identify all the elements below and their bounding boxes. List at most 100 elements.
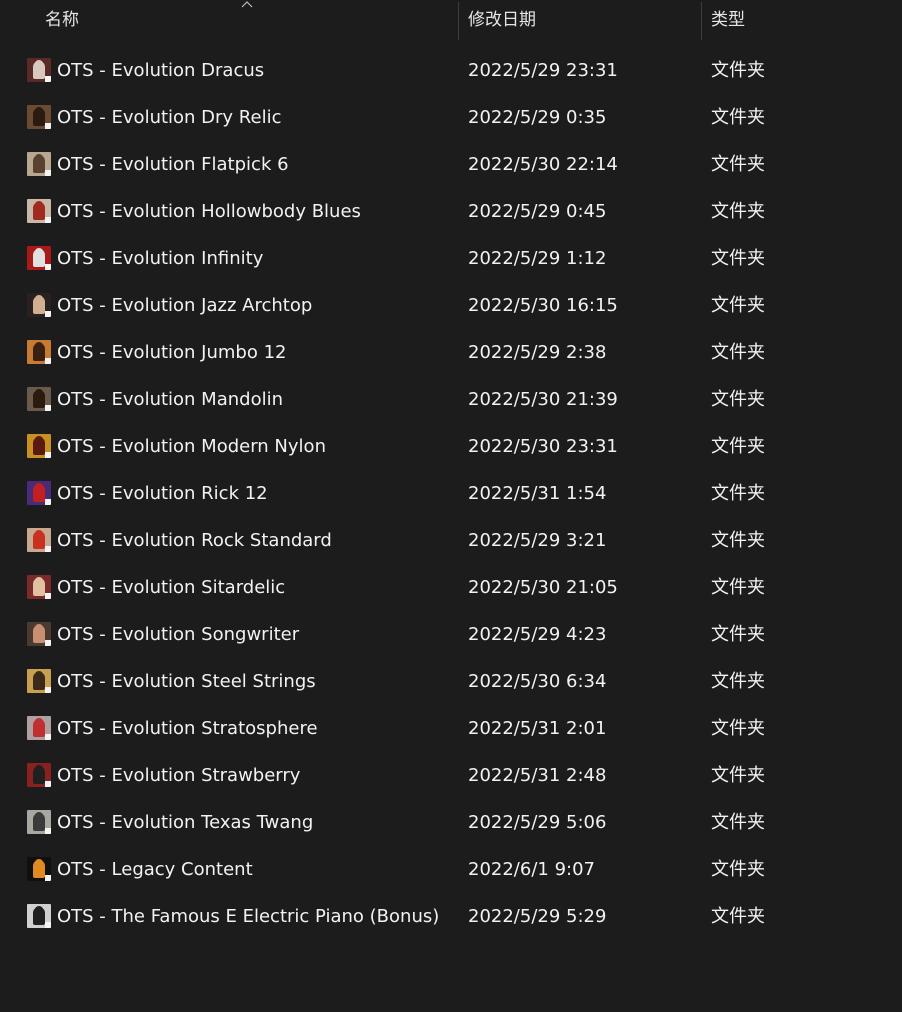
item-type: 文件夹 bbox=[711, 906, 765, 927]
item-type: 文件夹 bbox=[711, 389, 765, 410]
column-header-date-modified[interactable]: 修改日期 bbox=[468, 0, 536, 40]
item-type: 文件夹 bbox=[711, 154, 765, 175]
list-item[interactable]: OTS - Legacy Content 2022/6/1 9:07 文件夹 bbox=[0, 846, 902, 893]
item-date-modified: 2022/5/30 21:39 bbox=[468, 389, 618, 410]
file-list: OTS - Evolution Dracus 2022/5/29 23:31 文件夹… bbox=[0, 47, 902, 940]
item-date-modified: 2022/5/29 3:21 bbox=[468, 530, 607, 551]
folder-thumbnail-icon bbox=[27, 434, 51, 458]
item-name: OTS - Evolution Stratosphere bbox=[57, 718, 318, 739]
item-date-modified: 2022/5/29 5:06 bbox=[468, 812, 607, 833]
item-date-modified: 2022/5/31 1:54 bbox=[468, 483, 607, 504]
item-date-modified: 2022/5/30 16:15 bbox=[468, 295, 618, 316]
item-name: OTS - Evolution Mandolin bbox=[57, 389, 283, 410]
item-type: 文件夹 bbox=[711, 201, 765, 222]
item-type: 文件夹 bbox=[711, 859, 765, 880]
folder-thumbnail-icon bbox=[27, 904, 51, 928]
item-name: OTS - The Famous E Electric Piano (Bonus… bbox=[57, 906, 440, 927]
item-date-modified: 2022/5/29 2:38 bbox=[468, 342, 607, 363]
column-divider-handle[interactable] bbox=[458, 2, 459, 40]
folder-thumbnail-icon bbox=[27, 669, 51, 693]
column-header-name[interactable]: 名称 bbox=[45, 0, 79, 40]
column-header-bar: 名称 修改日期 类型 bbox=[0, 0, 902, 40]
item-name: OTS - Evolution Infinity bbox=[57, 248, 264, 269]
list-item[interactable]: OTS - Evolution Jumbo 12 2022/5/29 2:38 文件… bbox=[0, 329, 902, 376]
item-date-modified: 2022/5/30 21:05 bbox=[468, 577, 618, 598]
item-date-modified: 2022/5/29 0:45 bbox=[468, 201, 607, 222]
folder-thumbnail-icon bbox=[27, 293, 51, 317]
item-type: 文件夹 bbox=[711, 718, 765, 739]
item-date-modified: 2022/5/29 4:23 bbox=[468, 624, 607, 645]
folder-thumbnail-icon bbox=[27, 857, 51, 881]
column-header-type[interactable]: 类型 bbox=[711, 0, 745, 40]
list-item[interactable]: OTS - Evolution Songwriter 2022/5/29 4:23… bbox=[0, 611, 902, 658]
list-item[interactable]: OTS - Evolution Stratosphere 2022/5/31 2:… bbox=[0, 705, 902, 752]
item-name: OTS - Evolution Jumbo 12 bbox=[57, 342, 287, 363]
folder-thumbnail-icon bbox=[27, 152, 51, 176]
item-type: 文件夹 bbox=[711, 530, 765, 551]
item-name: OTS - Evolution Songwriter bbox=[57, 624, 300, 645]
folder-thumbnail-icon bbox=[27, 575, 51, 599]
item-date-modified: 2022/5/30 6:34 bbox=[468, 671, 607, 692]
item-name: OTS - Evolution Modern Nylon bbox=[57, 436, 326, 457]
folder-thumbnail-icon bbox=[27, 716, 51, 740]
list-item[interactable]: OTS - Evolution Jazz Archtop 2022/5/30 16… bbox=[0, 282, 902, 329]
item-name: OTS - Evolution Strawberry bbox=[57, 765, 301, 786]
item-name: OTS - Evolution Jazz Archtop bbox=[57, 295, 313, 316]
item-date-modified: 2022/5/30 23:31 bbox=[468, 436, 618, 457]
list-item[interactable]: OTS - Evolution Flatpick 6 2022/5/30 22:1… bbox=[0, 141, 902, 188]
item-name: OTS - Evolution Sitardelic bbox=[57, 577, 286, 598]
folder-thumbnail-icon bbox=[27, 387, 51, 411]
item-date-modified: 2022/5/29 5:29 bbox=[468, 906, 607, 927]
list-item[interactable]: OTS - Evolution Rock Standard 2022/5/29 3… bbox=[0, 517, 902, 564]
item-type: 文件夹 bbox=[711, 577, 765, 598]
list-item[interactable]: OTS - Evolution Dracus 2022/5/29 23:31 文件夹 bbox=[0, 47, 902, 94]
item-name: OTS - Evolution Dry Relic bbox=[57, 107, 282, 128]
item-name: OTS - Evolution Rock Standard bbox=[57, 530, 332, 551]
item-date-modified: 2022/5/29 1:12 bbox=[468, 248, 607, 269]
folder-thumbnail-icon bbox=[27, 763, 51, 787]
folder-thumbnail-icon bbox=[27, 199, 51, 223]
item-date-modified: 2022/5/29 0:35 bbox=[468, 107, 607, 128]
item-name: OTS - Evolution Texas Twang bbox=[57, 812, 314, 833]
list-item[interactable]: OTS - The Famous E Electric Piano (Bonus… bbox=[0, 893, 902, 940]
list-item[interactable]: OTS - Evolution Dry Relic 2022/5/29 0:35 文… bbox=[0, 94, 902, 141]
item-type: 文件夹 bbox=[711, 248, 765, 269]
item-type: 文件夹 bbox=[711, 671, 765, 692]
list-item[interactable]: OTS - Evolution Steel Strings 2022/5/30 6… bbox=[0, 658, 902, 705]
list-item[interactable]: OTS - Evolution Rick 12 2022/5/31 1:54 文件夹 bbox=[0, 470, 902, 517]
item-date-modified: 2022/5/29 23:31 bbox=[468, 60, 618, 81]
folder-thumbnail-icon bbox=[27, 622, 51, 646]
item-name: OTS - Evolution Flatpick 6 bbox=[57, 154, 289, 175]
list-item[interactable]: OTS - Evolution Infinity 2022/5/29 1:12 文件… bbox=[0, 235, 902, 282]
folder-thumbnail-icon bbox=[27, 105, 51, 129]
item-type: 文件夹 bbox=[711, 60, 765, 81]
sort-ascending-icon bbox=[241, 1, 253, 8]
file-explorer-details-view: 名称 修改日期 类型 OTS - Evolution Dracus 2022/5/… bbox=[0, 0, 902, 1012]
list-item[interactable]: OTS - Evolution Hollowbody Blues 2022/5/2… bbox=[0, 188, 902, 235]
item-type: 文件夹 bbox=[711, 812, 765, 833]
item-date-modified: 2022/5/31 2:48 bbox=[468, 765, 607, 786]
list-item[interactable]: OTS - Evolution Sitardelic 2022/5/30 21:0… bbox=[0, 564, 902, 611]
item-name: OTS - Legacy Content bbox=[57, 859, 253, 880]
folder-thumbnail-icon bbox=[27, 58, 51, 82]
column-divider-handle[interactable] bbox=[701, 2, 702, 40]
item-type: 文件夹 bbox=[711, 624, 765, 645]
folder-thumbnail-icon bbox=[27, 246, 51, 270]
item-date-modified: 2022/5/30 22:14 bbox=[468, 154, 618, 175]
list-item[interactable]: OTS - Evolution Modern Nylon 2022/5/30 23… bbox=[0, 423, 902, 470]
folder-thumbnail-icon bbox=[27, 528, 51, 552]
item-type: 文件夹 bbox=[711, 342, 765, 363]
item-type: 文件夹 bbox=[711, 295, 765, 316]
list-item[interactable]: OTS - Evolution Texas Twang 2022/5/29 5:0… bbox=[0, 799, 902, 846]
list-item[interactable]: OTS - Evolution Strawberry 2022/5/31 2:48… bbox=[0, 752, 902, 799]
item-date-modified: 2022/5/31 2:01 bbox=[468, 718, 607, 739]
folder-thumbnail-icon bbox=[27, 481, 51, 505]
folder-thumbnail-icon bbox=[27, 340, 51, 364]
item-name: OTS - Evolution Rick 12 bbox=[57, 483, 268, 504]
item-name: OTS - Evolution Dracus bbox=[57, 60, 265, 81]
item-name: OTS - Evolution Hollowbody Blues bbox=[57, 201, 361, 222]
list-item[interactable]: OTS - Evolution Mandolin 2022/5/30 21:39 文… bbox=[0, 376, 902, 423]
item-type: 文件夹 bbox=[711, 765, 765, 786]
item-type: 文件夹 bbox=[711, 483, 765, 504]
item-date-modified: 2022/6/1 9:07 bbox=[468, 859, 595, 880]
